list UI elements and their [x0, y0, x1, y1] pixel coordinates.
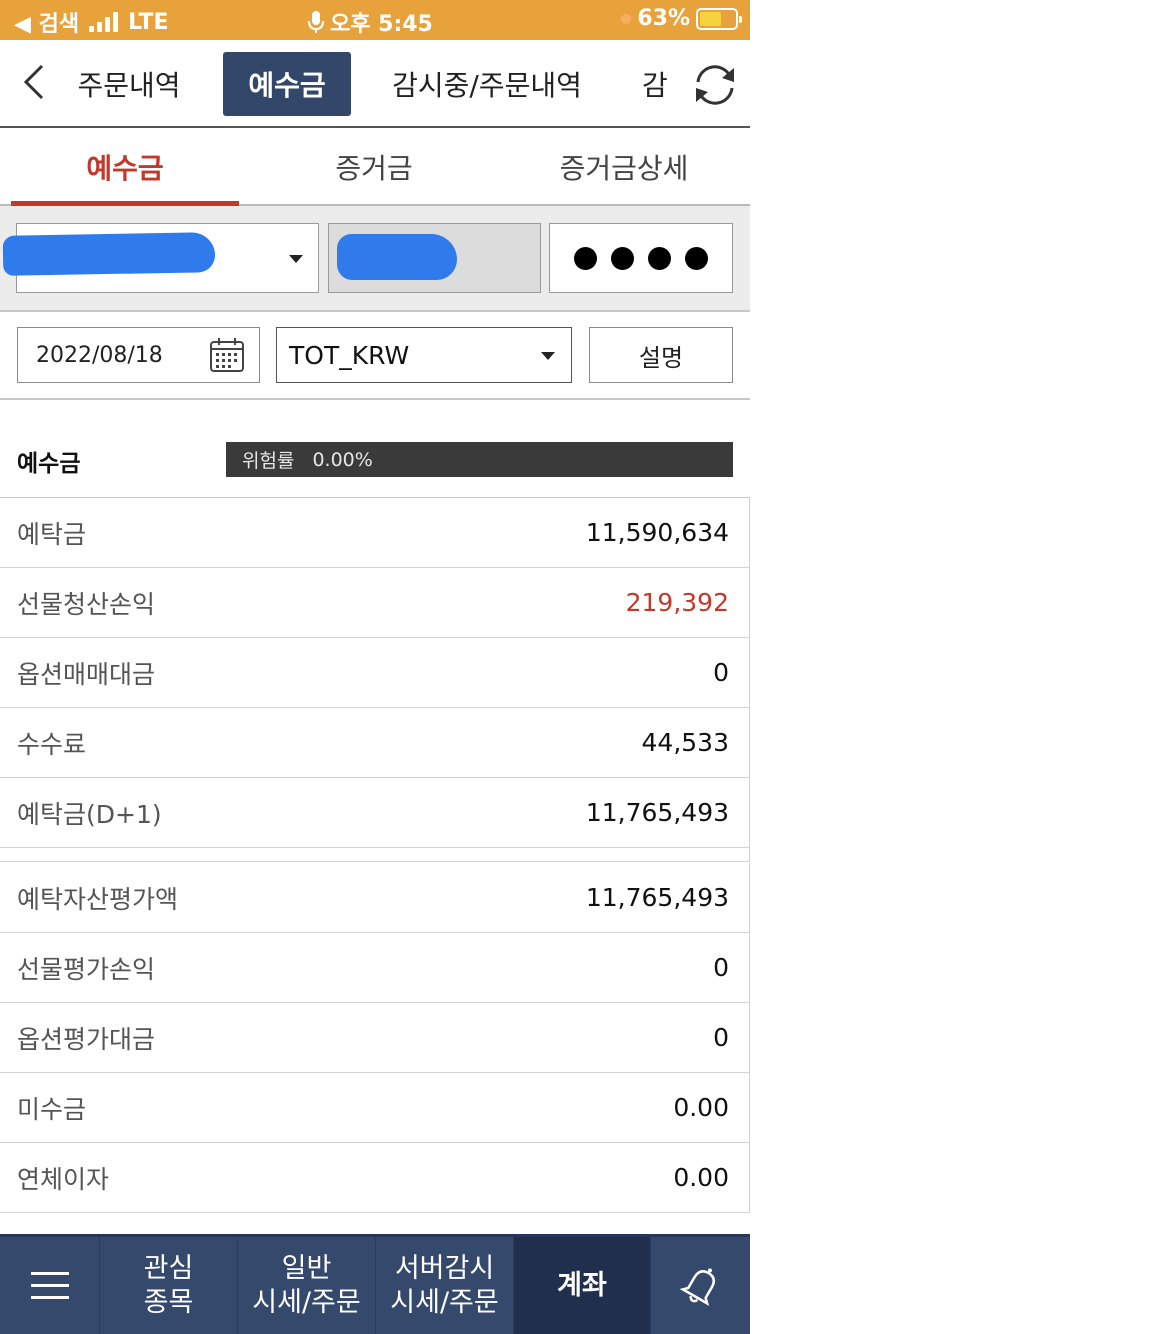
row-value: 44,533: [641, 728, 729, 757]
redacted-account-number: [2, 232, 216, 276]
risk-rate-bar: 위험률 0.00%: [226, 442, 733, 477]
nav-general-quote-order[interactable]: 일반 시세/주문: [238, 1237, 376, 1334]
refresh-icon[interactable]: [690, 60, 740, 110]
bell-icon: [679, 1267, 715, 1306]
password-dot: [648, 246, 671, 270]
nav-general-label: 일반 시세/주문: [252, 1252, 360, 1320]
row-label: 옵션매매대금: [17, 659, 156, 689]
row-label: 선물청산손익: [17, 589, 156, 619]
row-value: 11,765,493: [585, 883, 729, 912]
subtab-margin[interactable]: 증거금: [260, 128, 488, 206]
battery-icon: [696, 7, 742, 30]
back-to-search[interactable]: ◀ 검색: [14, 6, 79, 38]
row-label: 예탁금(D+1): [17, 799, 162, 829]
row-value: 219,392: [625, 588, 729, 617]
signal-icon: [89, 12, 119, 32]
group-divider: [0, 848, 749, 862]
password-dot: [685, 246, 708, 270]
currency-value: TOT_KRW: [289, 340, 410, 370]
row-label: 예탁자산평가액: [17, 884, 179, 914]
table-row: 예탁금(D+1) 11,765,493: [0, 778, 749, 848]
nav-label-line: 일반: [281, 1252, 332, 1284]
row-value: 11,590,634: [585, 518, 729, 547]
nav-server-label: 서버감시 시세/주문: [390, 1252, 498, 1320]
table-row: 예탁금 11,590,634: [0, 498, 749, 568]
table-row: 선물평가손익 0: [0, 933, 749, 1003]
account-name-field: [328, 223, 541, 293]
tab-deposit[interactable]: 예수금: [223, 52, 351, 116]
nav-account[interactable]: 계좌: [514, 1237, 651, 1334]
mic-icon: [308, 11, 324, 33]
table-row: 미수금 0.00: [0, 1073, 749, 1143]
tab-partial[interactable]: 감: [642, 52, 682, 116]
status-center: 오후 5:45: [308, 6, 433, 38]
nav-watchlist[interactable]: 관심 종목: [100, 1237, 238, 1334]
calendar-icon[interactable]: [209, 337, 245, 373]
description-button[interactable]: 설명: [589, 327, 733, 383]
row-label: 수수료: [17, 729, 87, 759]
status-bar: ◀ 검색 LTE 오후 5:45 63%: [0, 0, 750, 40]
risk-rate-label: 위험률: [242, 450, 295, 472]
row-value: 0: [713, 1023, 729, 1052]
row-value: 0: [713, 953, 729, 982]
table-row: 옵션매매대금 0: [0, 638, 749, 708]
section-title: 예수금: [17, 451, 81, 477]
row-label: 예탁금: [17, 519, 87, 549]
network-type: LTE: [128, 9, 169, 35]
account-row: [0, 206, 750, 312]
nav-watchlist-label: 관심 종목: [144, 1252, 194, 1320]
row-value: 0: [713, 658, 729, 687]
recording-dot-icon: [621, 13, 632, 24]
sub-tabs: 예수금 증거금 증거금상세: [0, 128, 750, 208]
table-row: 수수료 44,533: [0, 708, 749, 778]
table-row: 옵션평가대금 0: [0, 1003, 749, 1073]
dropdown-caret-icon: [289, 255, 303, 263]
row-label: 연체이자: [17, 1164, 110, 1194]
nav-label-line: 관심: [143, 1252, 194, 1284]
row-value: 0.00: [673, 1163, 729, 1192]
row-value: 0.00: [673, 1093, 729, 1122]
password-dot: [611, 246, 634, 270]
nav-server-monitor-quote-order[interactable]: 서버감시 시세/주문: [376, 1237, 514, 1334]
menu-icon: [30, 1271, 69, 1299]
top-nav: 주문내역 예수금 감시중/주문내역 감: [0, 40, 750, 128]
nav-label-line: 종목: [143, 1286, 194, 1318]
password-dot: [574, 246, 597, 270]
battery-percent: 63%: [637, 6, 690, 31]
clock: 오후 5:45: [330, 12, 433, 37]
row-label: 옵션평가대금: [17, 1024, 156, 1054]
back-chevron-icon[interactable]: [20, 62, 50, 102]
nav-label-line: 시세/주문: [390, 1286, 499, 1318]
password-field[interactable]: [549, 223, 733, 293]
row-label: 선물평가손익: [17, 954, 156, 984]
tab-order-history[interactable]: 주문내역: [68, 52, 190, 116]
table-row: 연체이자 0.00: [0, 1143, 749, 1213]
filter-row: 2022/08/18 TOT_KRW 설명: [0, 312, 750, 400]
currency-select[interactable]: TOT_KRW: [276, 327, 572, 383]
nav-label-line: 서버감시: [394, 1252, 495, 1284]
table-row: 선물청산손익 219,392: [0, 568, 749, 638]
alert-button[interactable]: [651, 1237, 750, 1334]
date-value: 2022/08/18: [36, 342, 163, 368]
app-screen: ◀ 검색 LTE 오후 5:45 63% 주문내역 예수금 감시중/주문내역 감…: [0, 0, 750, 1334]
account-number-select[interactable]: [2, 223, 319, 293]
tab-monitoring-orders[interactable]: 감시중/주문내역: [382, 52, 592, 116]
table-row: 예탁자산평가액 11,765,493: [0, 863, 749, 933]
date-picker[interactable]: 2022/08/18: [17, 327, 260, 383]
row-label: 미수금: [17, 1094, 87, 1124]
risk-rate-value: 0.00%: [312, 448, 373, 471]
subtab-margin-detail[interactable]: 증거금상세: [510, 128, 738, 206]
menu-button[interactable]: [0, 1237, 100, 1334]
deposit-table-group-1: 예탁금 11,590,634 선물청산손익 219,392 옵션매매대금 0 수…: [0, 498, 750, 862]
redacted-account-name: [337, 234, 457, 280]
bottom-nav: 관심 종목 일반 시세/주문 서버감시 시세/주문 계좌: [0, 1234, 750, 1334]
row-value: 11,765,493: [585, 798, 729, 827]
status-right: 63%: [621, 6, 742, 31]
dropdown-caret-icon: [541, 352, 555, 360]
status-left: ◀ 검색 LTE: [14, 6, 168, 38]
deposit-table-group-2: 예탁자산평가액 11,765,493 선물평가손익 0 옵션평가대금 0 미수금…: [0, 863, 750, 1213]
nav-label-line: 시세/주문: [252, 1286, 361, 1318]
deposit-section-header: 예수금 위험률 0.00%: [0, 400, 750, 498]
subtab-deposit[interactable]: 예수금: [11, 128, 239, 208]
